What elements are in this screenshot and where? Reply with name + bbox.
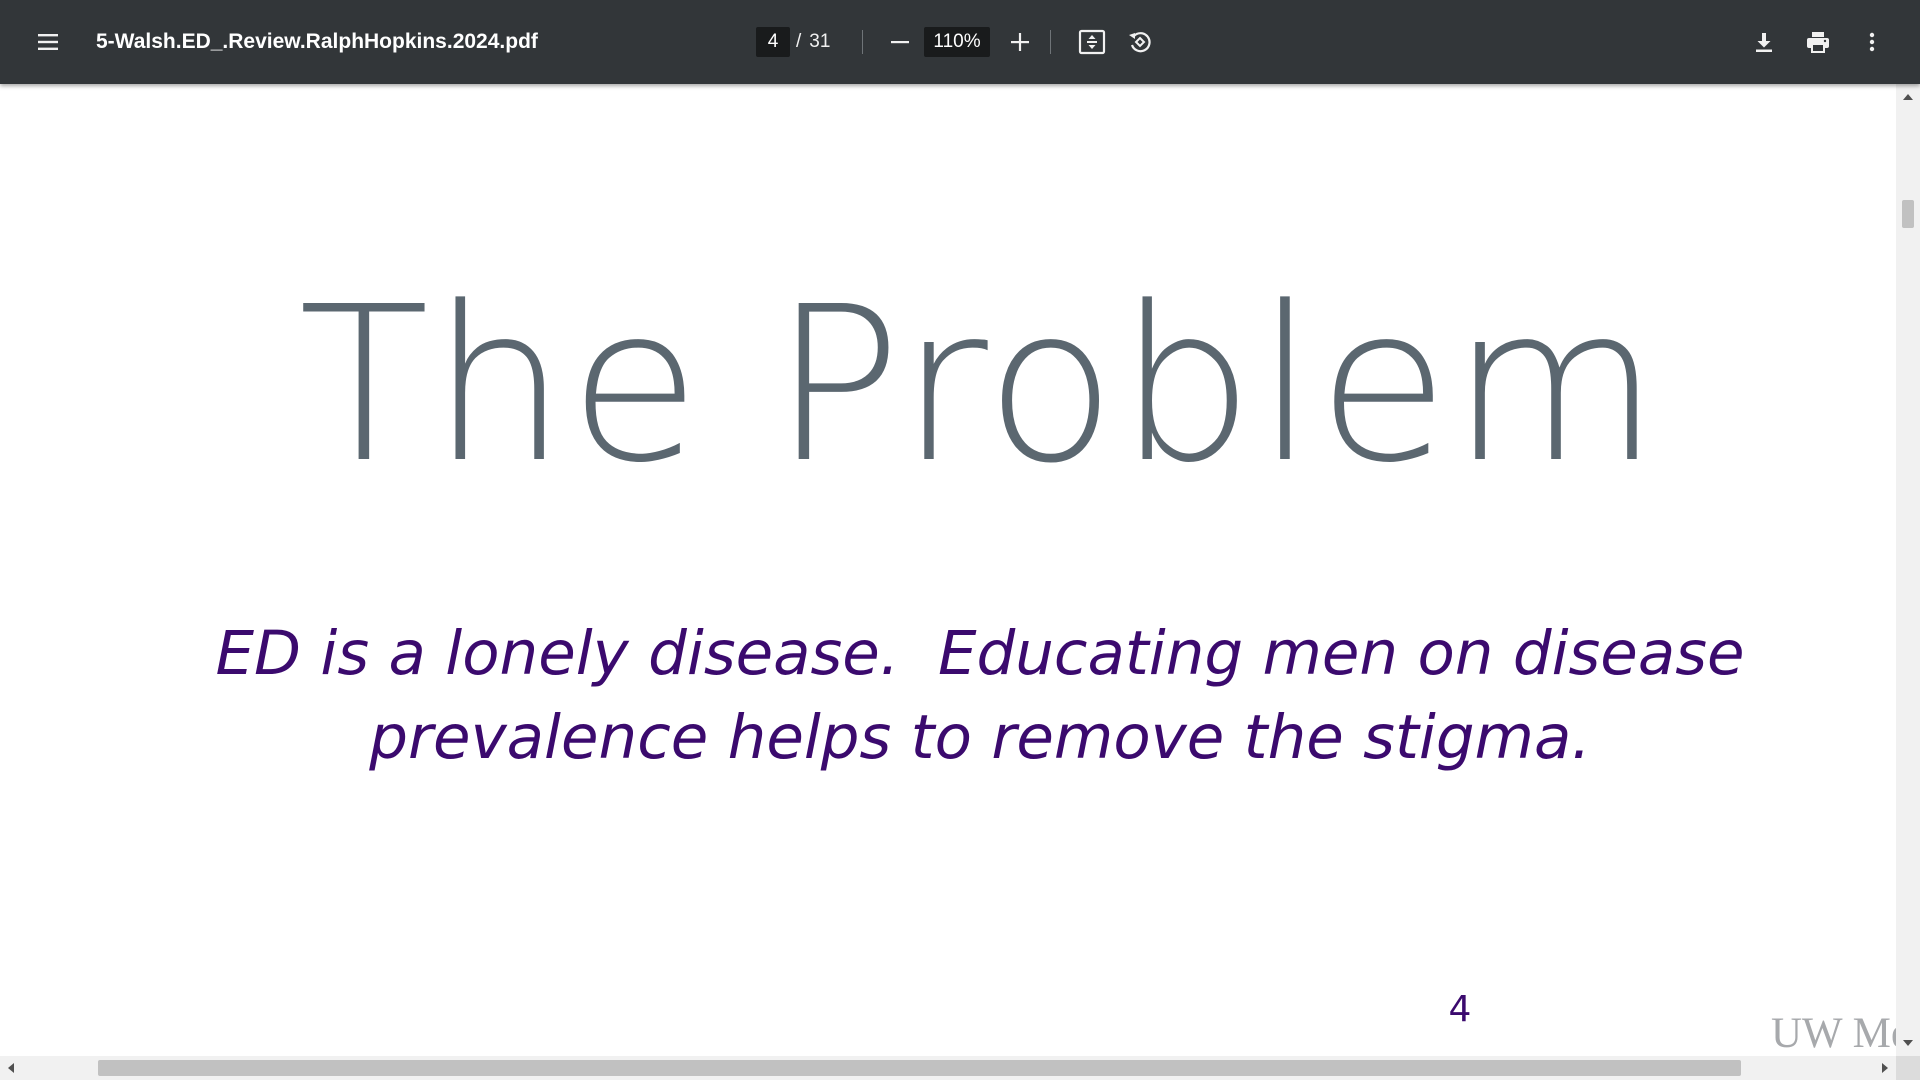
- page-separator: /: [796, 31, 802, 52]
- slide-title: The Problem: [298, 261, 1662, 510]
- horizontal-scrollbar[interactable]: [0, 1056, 1896, 1080]
- vertical-scrollbar[interactable]: [1896, 84, 1920, 1056]
- download-button[interactable]: [1740, 18, 1788, 66]
- slide-body-line: ED is a lonely disease. Educating men on…: [215, 618, 1745, 689]
- scroll-down-arrow-icon[interactable]: [1903, 1040, 1913, 1046]
- fit-to-page-icon: [1078, 29, 1106, 55]
- minus-icon: [891, 41, 909, 44]
- print-button[interactable]: [1794, 18, 1842, 66]
- total-pages: 31: [809, 31, 831, 52]
- zoom-in-button[interactable]: [996, 18, 1044, 66]
- page-number-input[interactable]: [756, 27, 790, 57]
- scroll-right-arrow-icon[interactable]: [1882, 1063, 1888, 1073]
- scrollbar-corner: [1896, 1056, 1920, 1080]
- fit-to-page-button[interactable]: [1068, 18, 1116, 66]
- horizontal-scroll-thumb[interactable]: [98, 1060, 1741, 1076]
- slide-page-number: 4: [1448, 989, 1472, 1030]
- zoom-out-button[interactable]: [876, 18, 924, 66]
- more-actions-button[interactable]: [1848, 18, 1896, 66]
- download-icon: [1756, 33, 1772, 52]
- toolbar-divider: [1050, 30, 1051, 54]
- pdf-toolbar: 5-Walsh.ED_.Review.RalphHopkins.2024.pdf…: [0, 0, 1920, 84]
- print-icon: [1807, 32, 1829, 53]
- hamburger-menu-icon: [38, 34, 58, 50]
- slide-body-line: prevalence helps to remove the stigma.: [369, 702, 1591, 773]
- plus-icon: [1011, 33, 1029, 51]
- page-count: / 31: [796, 27, 830, 57]
- pdf-page-viewport[interactable]: The Problem ED is a lonely disease. Educ…: [0, 84, 1896, 1056]
- zoom-level-input[interactable]: [924, 27, 990, 57]
- document-title: 5-Walsh.ED_.Review.RalphHopkins.2024.pdf: [96, 30, 538, 53]
- vertical-scroll-thumb[interactable]: [1902, 200, 1914, 228]
- rotate-button[interactable]: [1116, 18, 1164, 66]
- menu-button[interactable]: [24, 18, 72, 66]
- scroll-up-arrow-icon[interactable]: [1903, 94, 1913, 100]
- more-vertical-icon: [1869, 32, 1875, 52]
- rotate-counterclockwise-icon: [1129, 32, 1151, 53]
- uw-medicine-logo: UW Med: [1771, 1010, 1896, 1056]
- scroll-left-arrow-icon[interactable]: [8, 1063, 14, 1073]
- slide-body-text: ED is a lonely disease. Educating men on…: [0, 612, 1896, 780]
- toolbar-divider: [862, 30, 863, 54]
